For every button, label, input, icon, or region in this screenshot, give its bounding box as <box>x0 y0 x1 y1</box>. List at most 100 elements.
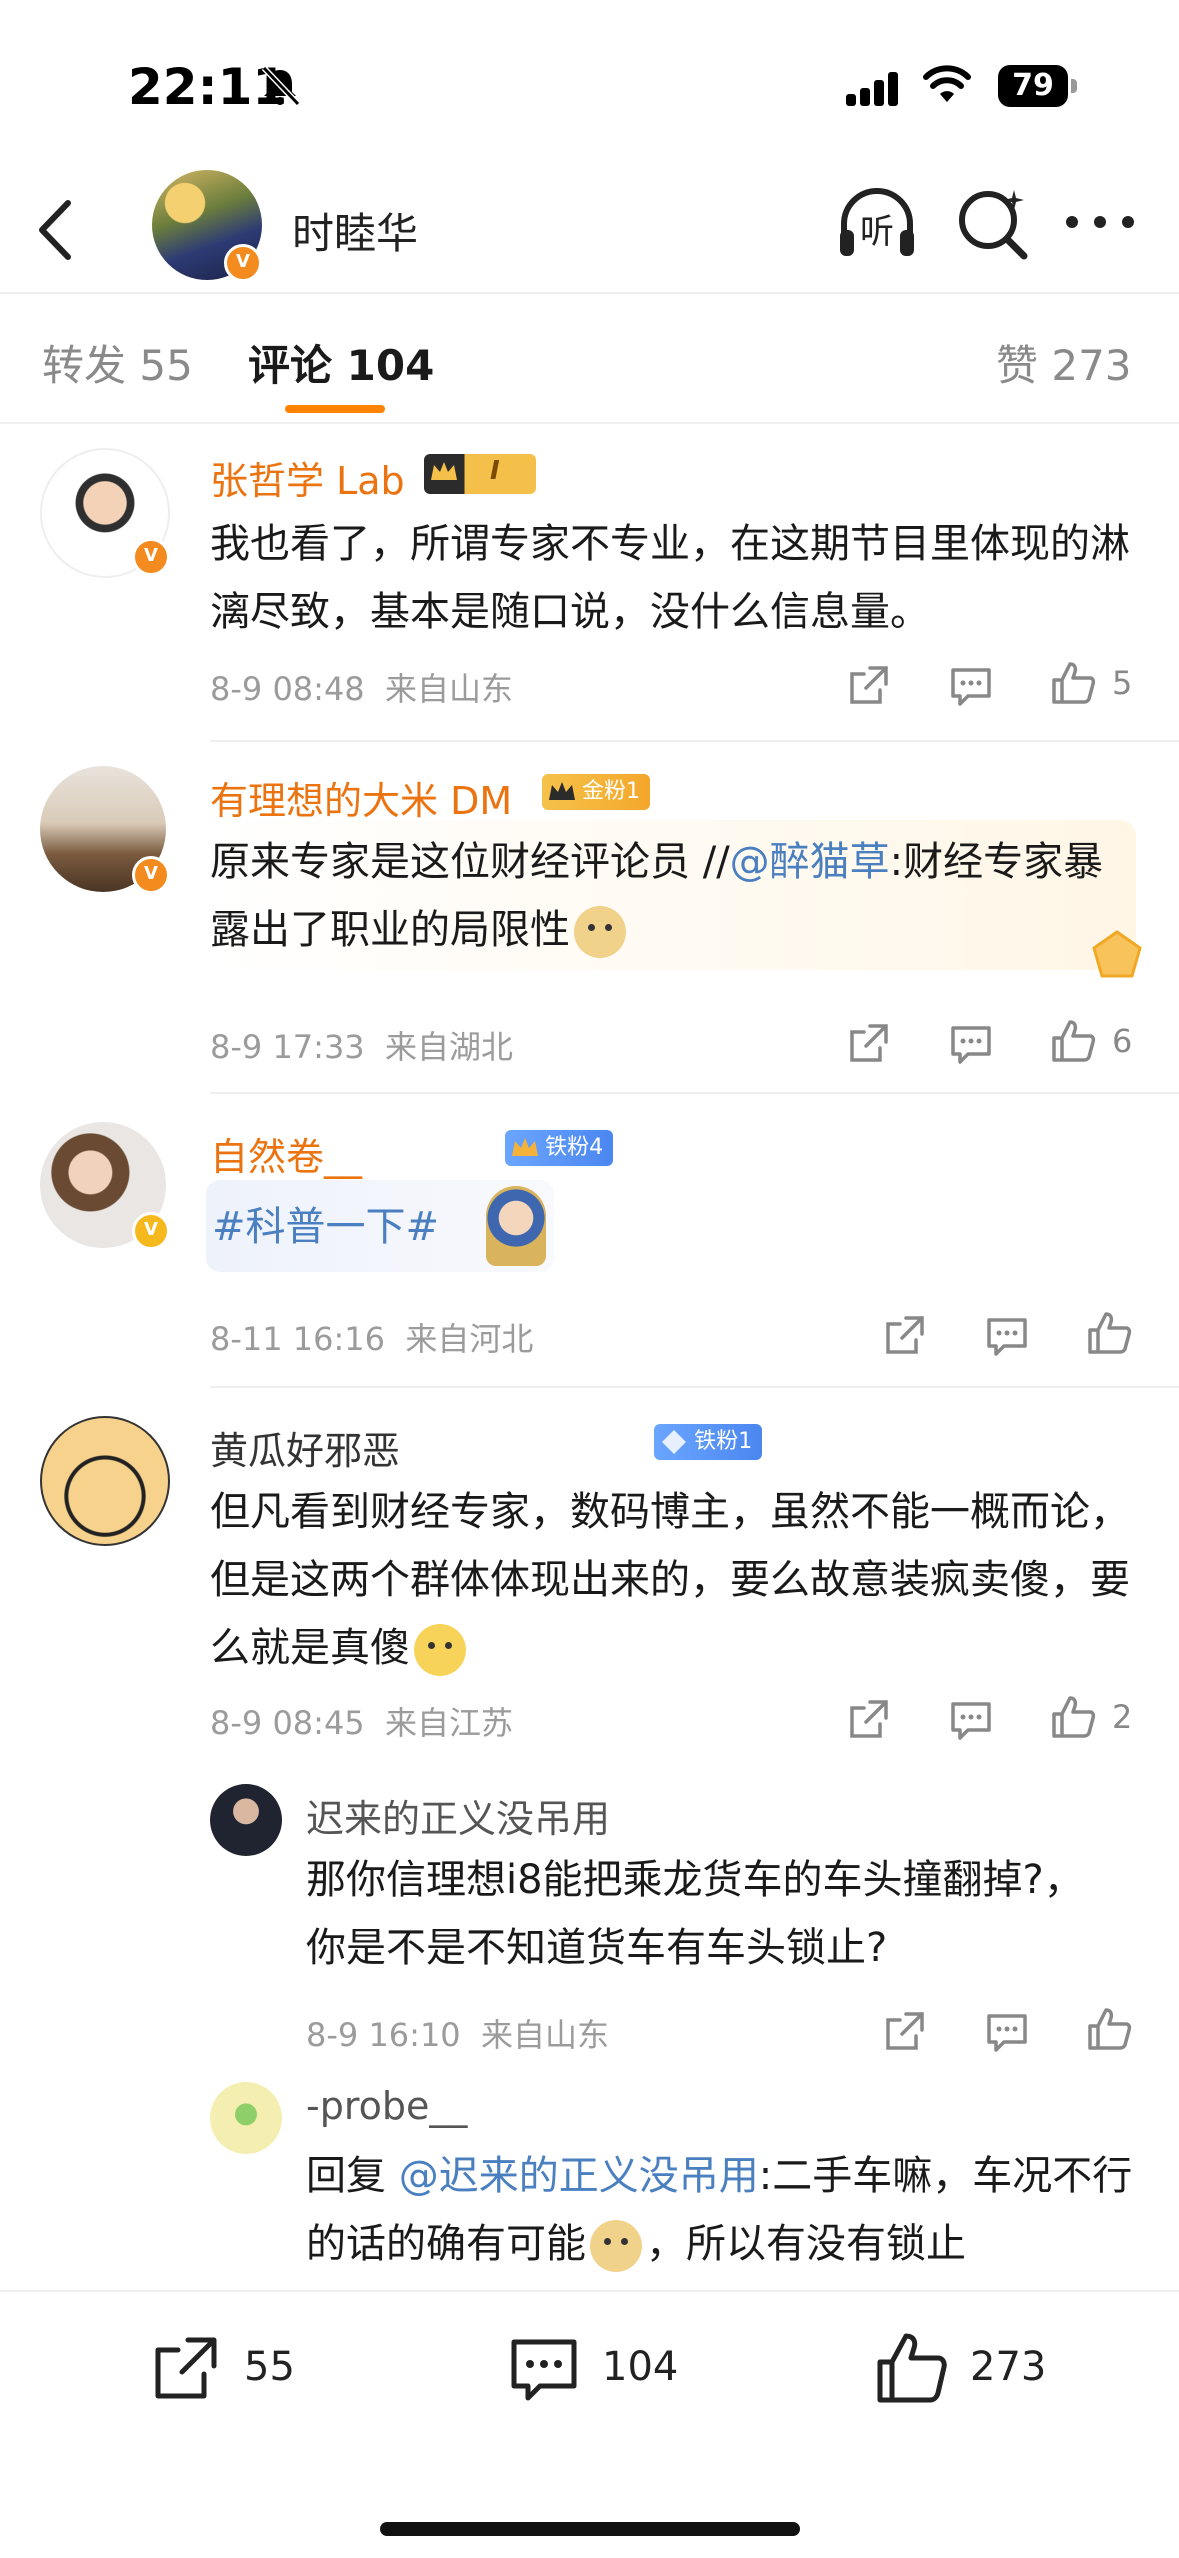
battery-indicator: 79 <box>998 65 1068 107</box>
comment-location: 来自河北 <box>405 1320 534 1358</box>
comment-divider <box>210 740 1179 742</box>
crown-icon <box>549 782 575 800</box>
wifi-icon <box>923 65 971 102</box>
repost-count: 55 <box>244 2344 295 2390</box>
like-count: 6 <box>1112 1022 1133 1060</box>
like-icon[interactable] <box>1086 2006 1132 2052</box>
tabs-divider <box>0 422 1179 424</box>
avatar[interactable] <box>40 1416 170 1546</box>
tab-likes[interactable]: 赞 273 <box>996 332 1132 393</box>
comment-divider <box>210 1092 1179 1094</box>
home-indicator[interactable] <box>380 2522 800 2536</box>
active-tab-indicator <box>285 405 385 413</box>
reply-location: 来自山东 <box>481 2016 610 2054</box>
comment-icon[interactable] <box>984 2008 1030 2054</box>
fan-badge-label: 铁粉4 <box>545 1135 604 1160</box>
share-icon[interactable] <box>882 2008 928 2054</box>
comment-time: 8-9 08:48 <box>210 670 365 708</box>
like-count: 5 <box>1112 664 1133 702</box>
comment-meta: 8-9 17:33 来自湖北 <box>210 1022 513 1068</box>
reply-username[interactable]: 迟来的正义没吊用 <box>306 1788 610 1843</box>
like-count-total: 273 <box>970 2344 1047 2390</box>
fan-badge: 铁粉4 <box>505 1130 614 1166</box>
like-icon[interactable] <box>1050 660 1096 706</box>
comment-username[interactable]: 有理想的大米 DM <box>210 770 512 825</box>
comment-icon[interactable] <box>948 662 994 708</box>
listen-label: 听 <box>860 212 894 252</box>
reply-meta: 8-9 16:10 来自山东 <box>306 2010 609 2056</box>
comment-icon[interactable] <box>984 1312 1030 1358</box>
hashtag-link[interactable]: #科普一下# <box>212 1194 439 1252</box>
share-icon[interactable] <box>846 1020 892 1066</box>
mention-link[interactable]: @迟来的正义没吊用 <box>399 2153 759 2199</box>
comment-time: 8-9 08:45 <box>210 1704 365 1742</box>
share-icon[interactable] <box>846 1696 892 1742</box>
fan-badge: 金粉1 <box>542 774 650 810</box>
like-icon[interactable] <box>1086 1310 1132 1356</box>
like-count: 2 <box>1112 1698 1133 1736</box>
comment-location: 来自山东 <box>385 670 514 708</box>
comment-text: 但凡看到财经专家，数码博主，虽然不能一概而论，但是这两个群体体现出来的，要么故意… <box>210 1478 1130 1682</box>
comment-username[interactable]: 自然卷__ <box>210 1126 362 1181</box>
tab-repost[interactable]: 转发 55 <box>42 332 193 393</box>
crown-icon <box>431 462 457 480</box>
bell-muted-icon <box>261 65 301 107</box>
shrug-emoji-icon <box>414 1624 466 1676</box>
verified-badge-icon: V <box>132 538 170 576</box>
share-icon[interactable] <box>882 1312 928 1358</box>
comment-bubble-icon <box>511 2339 577 2401</box>
doge-emoji-icon <box>574 906 626 958</box>
more-options-icon[interactable] <box>1066 216 1136 230</box>
reply-time: 8-9 16:10 <box>306 2016 461 2054</box>
like-button[interactable]: 273 <box>874 2330 1074 2410</box>
repost-button[interactable]: 55 <box>148 2330 318 2410</box>
comment-text: 原来专家是这位财经评论员 //@醉猫草:财经专家暴露出了职业的局限性 <box>210 828 1130 964</box>
hashtag-card[interactable]: #科普一下# <box>206 1180 554 1272</box>
verified-badge-icon: V <box>132 856 170 894</box>
comment-button[interactable]: 104 <box>506 2330 706 2410</box>
repost-icon <box>155 2337 217 2399</box>
comment-location: 来自湖北 <box>385 1028 514 1066</box>
battery-nub <box>1071 79 1077 93</box>
verified-badge-icon: V <box>224 244 262 282</box>
girl-illustration-icon <box>486 1186 546 1266</box>
share-icon[interactable] <box>846 662 892 708</box>
reply-avatar[interactable] <box>210 2082 282 2154</box>
comment-meta: 8-9 08:45 来自江苏 <box>210 1698 513 1744</box>
like-icon[interactable] <box>1050 1018 1096 1064</box>
comment-icon[interactable] <box>948 1696 994 1742</box>
reply-prefix: 回复 <box>306 2153 399 2199</box>
reply-text: 那你信理想i8能把乘龙货车的车头撞翻掉?， 你是不是不知道货车有车头锁止? <box>306 1857 1084 1971</box>
reply-avatar[interactable] <box>210 1784 282 1856</box>
reply-text: 回复 @迟来的正义没吊用:二手车嘛，车况不行的话的确有可能 ，所以有没有锁止 <box>306 2142 1136 2292</box>
member-badge-level: I <box>490 456 500 486</box>
comment-text: 我也看了，所谓专家不专业，在这期节目里体现的淋漓尽致，基本是随口说，没什么信息量… <box>210 521 1130 635</box>
comment-username[interactable]: 张哲学 Lab <box>210 450 405 505</box>
comment-icon[interactable] <box>948 1020 994 1066</box>
comment-username[interactable]: 黄瓜好邪恶 <box>210 1420 400 1475</box>
tab-comments[interactable]: 评论 104 <box>248 332 434 393</box>
thumbs-up-icon <box>877 2333 947 2403</box>
comment-text-part: 但凡看到财经专家，数码博主，虽然不能一概而论，但是这两个群体体现出来的，要么故意… <box>210 1489 1130 1671</box>
mention-link[interactable]: @醉猫草 <box>730 839 890 885</box>
reply-username[interactable]: -probe__ <box>306 2084 467 2128</box>
comment-meta: 8-9 08:48 来自山东 <box>210 664 513 710</box>
comment-meta: 8-11 16:16 来自河北 <box>210 1314 533 1360</box>
page-title: 时睦华 <box>292 209 419 258</box>
comment-location: 来自江苏 <box>385 1704 514 1742</box>
search-icon[interactable] <box>950 180 1036 266</box>
comment-time: 8-11 16:16 <box>210 1320 386 1358</box>
cellular-signal-icon <box>846 70 898 106</box>
comment-count: 104 <box>602 2344 679 2390</box>
member-badge: I <box>424 454 536 494</box>
fan-badge: 铁粉1 <box>654 1424 763 1460</box>
reply-text-part: ，所以有没有锁止 <box>646 2221 966 2267</box>
like-icon[interactable] <box>1050 1694 1096 1740</box>
back-arrow-icon[interactable] <box>30 195 80 265</box>
header-divider <box>0 292 1179 294</box>
crown-icon <box>512 1138 539 1156</box>
comment-divider <box>210 1386 1179 1388</box>
listen-button[interactable]: 听 <box>834 180 920 266</box>
fan-badge-label: 铁粉1 <box>694 1429 753 1454</box>
verified-badge-icon: V <box>132 1212 170 1250</box>
